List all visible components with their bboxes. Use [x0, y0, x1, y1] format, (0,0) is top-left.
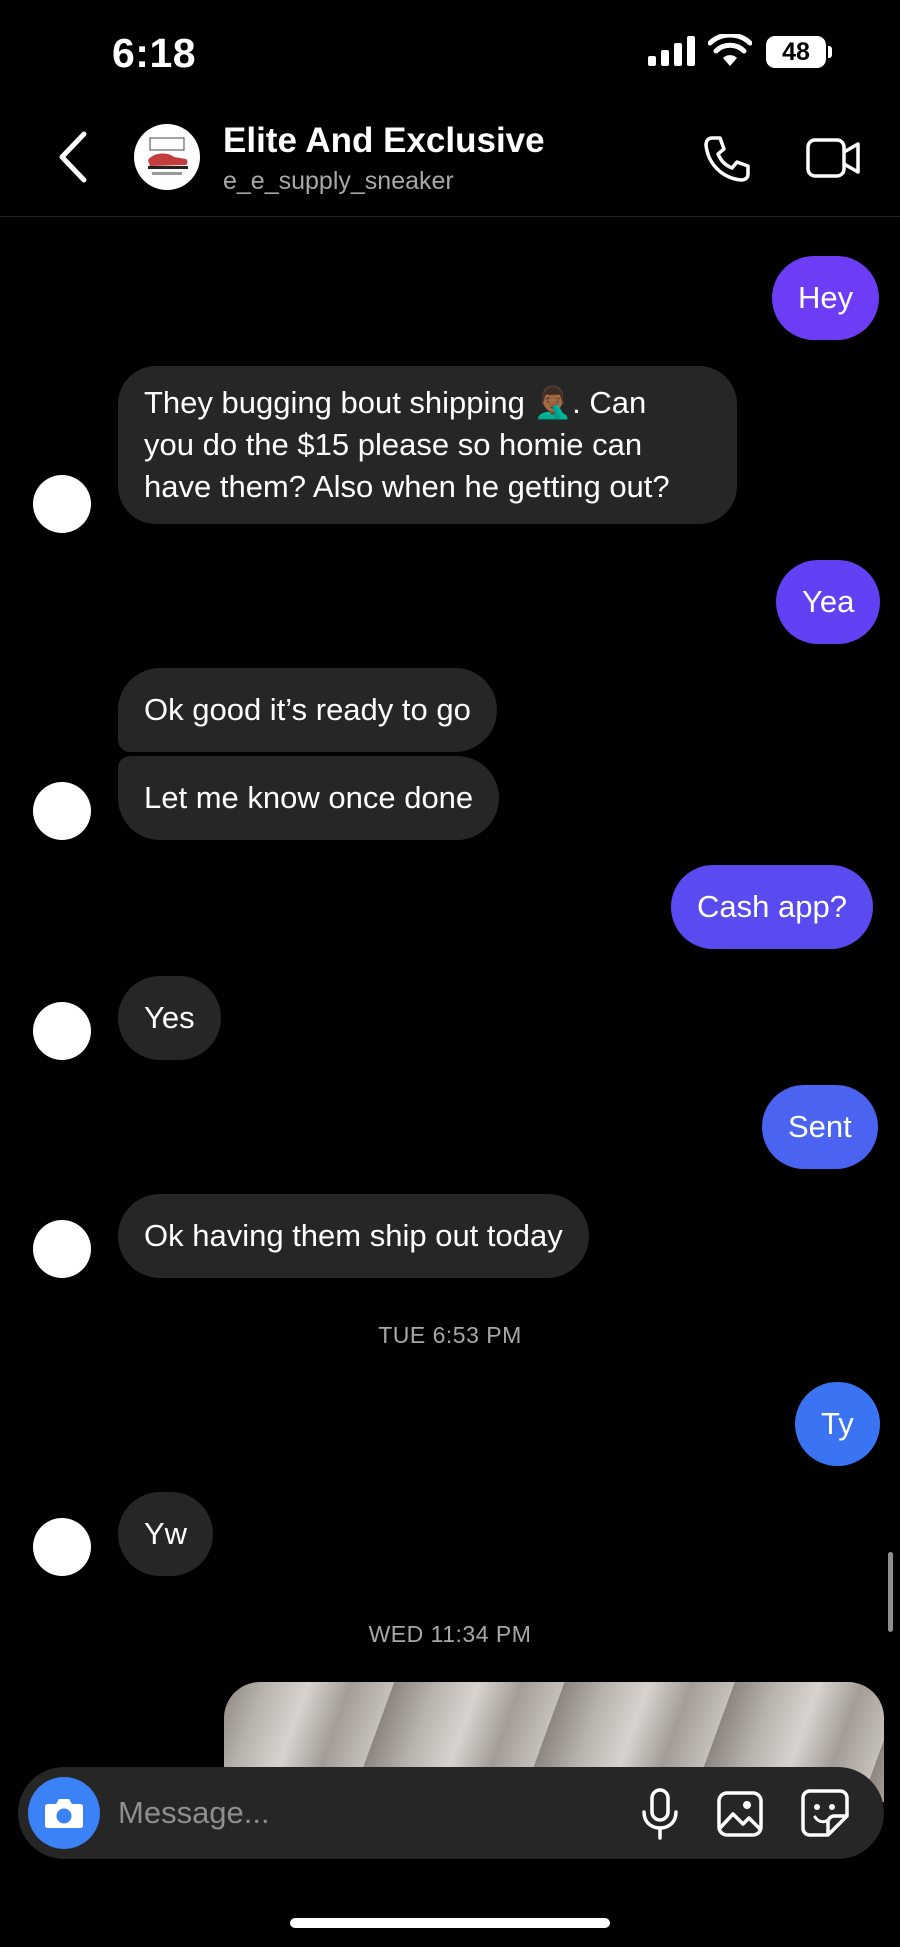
- battery-indicator: 48: [766, 36, 826, 68]
- message-incoming[interactable]: Yw: [118, 1492, 214, 1576]
- sticker-icon[interactable]: [800, 1788, 850, 1838]
- message-outgoing[interactable]: Hey: [772, 256, 880, 340]
- microphone-icon[interactable]: [640, 1788, 680, 1840]
- home-indicator[interactable]: [290, 1918, 610, 1928]
- message-outgoing[interactable]: Yea: [776, 560, 881, 644]
- timestamp: TUE 6:53 PM: [378, 1322, 522, 1348]
- video-call-icon[interactable]: [806, 136, 860, 180]
- timestamp: WED 11:34 PM: [368, 1621, 532, 1647]
- sender-avatar[interactable]: [33, 1002, 91, 1060]
- message-incoming[interactable]: They bugging bout shipping 🤦🏾‍♂️. Can yo…: [118, 366, 737, 524]
- status-time: 6:18: [112, 30, 197, 76]
- cellular-signal-icon: [648, 36, 695, 66]
- message-outgoing[interactable]: Ty: [795, 1382, 880, 1466]
- message-incoming[interactable]: Yes: [118, 976, 221, 1060]
- battery-nub: [828, 46, 832, 58]
- sender-avatar[interactable]: [33, 475, 91, 533]
- phone-call-icon[interactable]: [702, 134, 752, 184]
- message-input[interactable]: Message...: [118, 1795, 270, 1831]
- contact-username[interactable]: e_e_supply_sneaker: [223, 167, 454, 196]
- wifi-icon: [708, 34, 752, 66]
- header-divider: [0, 216, 900, 217]
- message-outgoing[interactable]: Sent: [762, 1085, 878, 1169]
- scrollbar[interactable]: [888, 1552, 893, 1632]
- contact-name[interactable]: Elite And Exclusive: [223, 121, 545, 161]
- message-incoming[interactable]: Ok having them ship out today: [118, 1194, 589, 1278]
- message-incoming[interactable]: Let me know once done: [118, 756, 500, 840]
- sender-avatar[interactable]: [33, 782, 91, 840]
- back-chevron-icon[interactable]: [58, 130, 88, 184]
- camera-button[interactable]: [28, 1777, 100, 1849]
- sneaker-logo-icon: [148, 137, 188, 175]
- camera-icon: [45, 1799, 83, 1828]
- gallery-icon[interactable]: [716, 1790, 764, 1838]
- message-outgoing[interactable]: Cash app?: [671, 865, 873, 949]
- sender-avatar[interactable]: [33, 1518, 91, 1576]
- message-incoming[interactable]: Ok good it’s ready to go: [118, 668, 497, 752]
- contact-avatar[interactable]: [134, 124, 200, 190]
- sender-avatar[interactable]: [33, 1220, 91, 1278]
